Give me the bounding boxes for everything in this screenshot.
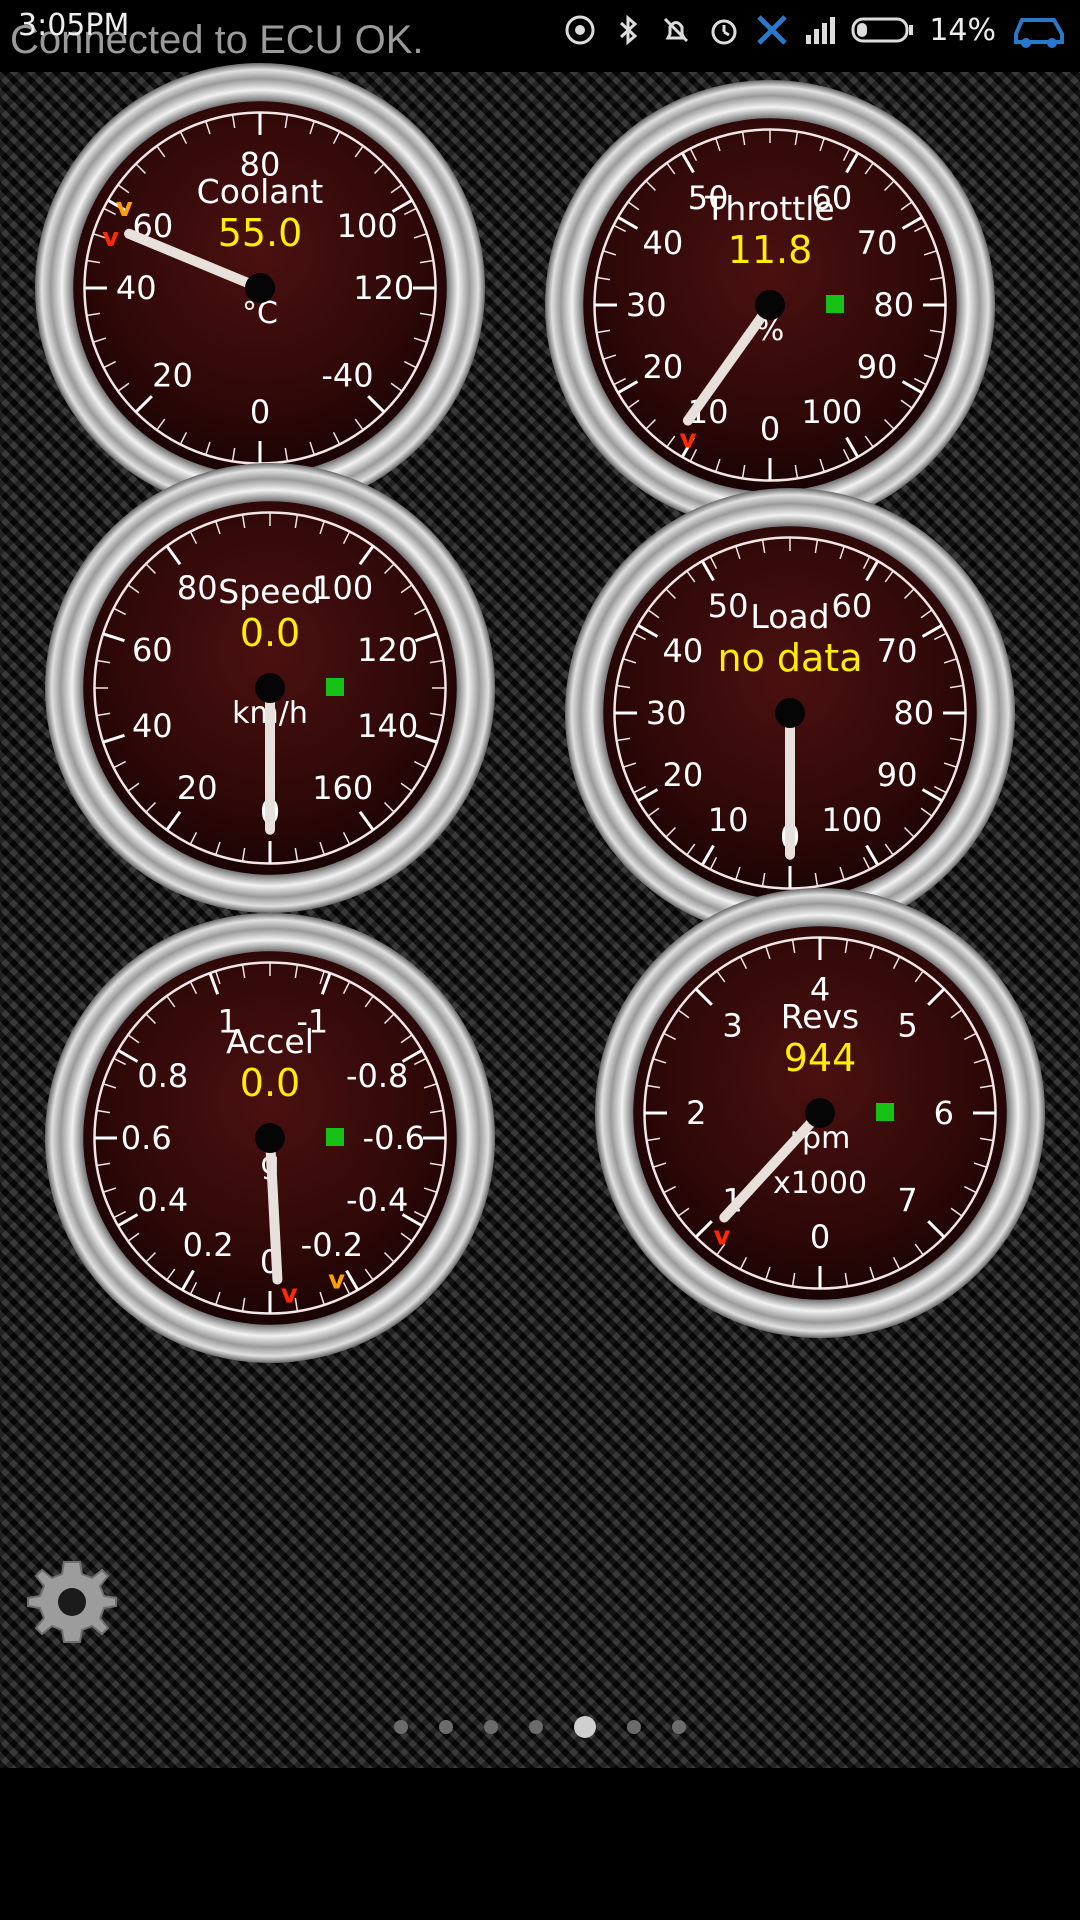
page-dot[interactable] [627, 1720, 641, 1734]
gauge-speed[interactable]: 020406080100120140160Speed0.0km/h [45, 463, 495, 913]
tick-label: 0 [760, 410, 780, 448]
tick-label: -0.6 [363, 1119, 425, 1157]
gauge-title: Speed [218, 572, 321, 611]
gauge-value: 0.0 [240, 1061, 300, 1105]
page-dot[interactable] [394, 1720, 408, 1734]
gauge-coolant[interactable]: 020406080100120-40Coolant55.0°Cvv [35, 63, 485, 513]
gauge-value: 55.0 [218, 211, 303, 255]
tick-label: 0.8 [137, 1057, 188, 1095]
tick-label: 20 [152, 357, 193, 395]
tick-label: -0.2 [301, 1226, 363, 1264]
tick-label: 0.6 [121, 1119, 172, 1157]
tick-label: 5 [897, 1006, 917, 1044]
gauge-throttle[interactable]: 01020304050 60708090100Throttle11.8%v [545, 80, 995, 530]
tick-label: 0 [810, 1218, 830, 1256]
max-marker-icon: v [714, 1221, 731, 1251]
page-indicator[interactable] [0, 1712, 1080, 1742]
tick-label: 0.2 [183, 1226, 234, 1264]
tick-label: 40 [662, 632, 703, 670]
tick-label: 30 [646, 694, 687, 732]
gauge-title: Revs [781, 997, 859, 1036]
tick-label: 20 [662, 756, 703, 794]
gauge-title: Coolant [197, 172, 324, 211]
gauge-load[interactable]: 0102030405060708090100Loadno data [565, 488, 1015, 938]
tick-label: 80 [873, 286, 914, 324]
navigation-bar [0, 1768, 1080, 1920]
tick-label: 70 [857, 224, 898, 262]
gauge-title: Throttle [704, 189, 834, 228]
tick-label: 90 [877, 756, 918, 794]
tick-label: -40 [321, 357, 373, 395]
tick-label: 3 [722, 1006, 742, 1044]
min-marker-icon: v [116, 193, 133, 223]
tick-label: 7 [897, 1182, 917, 1220]
tick-label: 20 [177, 769, 218, 807]
tick-label: 160 [312, 769, 373, 807]
max-marker-icon: v [679, 424, 696, 454]
tick-label: 6 [934, 1094, 954, 1132]
gauge-title: Accel [226, 1022, 314, 1061]
gauges-panel: 020406080100120-40Coolant55.0°Cvv0102030… [35, 63, 1045, 1363]
page-dot[interactable] [439, 1720, 453, 1734]
tick-label: 30 [626, 286, 667, 324]
tick-label: 40 [132, 707, 173, 745]
gauge-value: 944 [784, 1036, 857, 1080]
settings-gear-icon[interactable] [22, 1552, 122, 1652]
gauge-accel[interactable]: 0 -0.2-0.4-0.6-0.8-110.80.60.40.2Accel0.0… [45, 913, 495, 1363]
page-dot[interactable] [574, 1716, 596, 1738]
tick-label: 60 [832, 587, 873, 625]
active-indicator [326, 678, 344, 696]
active-indicator [826, 295, 844, 313]
tick-label: 100 [337, 207, 398, 245]
tick-label: 140 [357, 707, 418, 745]
needle-hub [255, 673, 285, 703]
tick-label: 100 [801, 393, 862, 431]
tick-label: 80 [177, 569, 218, 607]
tick-label: 100 [821, 801, 882, 839]
tick-label: 20 [642, 348, 683, 386]
page-dot[interactable] [484, 1720, 498, 1734]
tick-label: 60 [132, 631, 173, 669]
dashboard: Connected to ECU OK. 3:05PM 14% 0 20 40 … [0, 0, 1080, 1768]
tick-label: 90 [857, 348, 898, 386]
page-dot[interactable] [529, 1720, 543, 1734]
tick-label: 40 [116, 269, 157, 307]
tick-label: 10 [708, 801, 749, 839]
tick-label: 50 [708, 587, 749, 625]
tick-label: -0.8 [346, 1057, 408, 1095]
gauge-value: no data [717, 636, 862, 680]
gauge-unit-scale: x1000 [773, 1166, 867, 1201]
needle-hub [255, 1123, 285, 1153]
tick-label: 70 [877, 632, 918, 670]
tick-label: 40 [642, 224, 683, 262]
gauge-value: 0.0 [240, 611, 300, 655]
tick-label: 120 [357, 631, 418, 669]
gauge-revs[interactable]: 01234567Revs944rpmx1000v [595, 888, 1045, 1338]
page-dot[interactable] [672, 1720, 686, 1734]
max-marker-icon: v [281, 1279, 298, 1309]
needle-hub [245, 273, 275, 303]
active-indicator [876, 1103, 894, 1121]
needle-hub [775, 698, 805, 728]
tick-label: 2 [686, 1094, 706, 1132]
min-marker-icon: v [328, 1266, 345, 1296]
active-indicator [326, 1128, 344, 1146]
gauge-value: 11.8 [728, 228, 813, 272]
max-marker-icon: v [102, 223, 119, 253]
status-time: 3:05PM [18, 8, 130, 43]
tick-label: 80 [893, 694, 934, 732]
tick-label: 120 [353, 269, 414, 307]
needle-hub [755, 290, 785, 320]
gauge-title: Load [750, 597, 829, 636]
tick-label: 0 [250, 393, 270, 431]
tick-label: 0.4 [137, 1181, 188, 1219]
tick-label: -0.4 [346, 1181, 408, 1219]
needle-hub [805, 1098, 835, 1128]
